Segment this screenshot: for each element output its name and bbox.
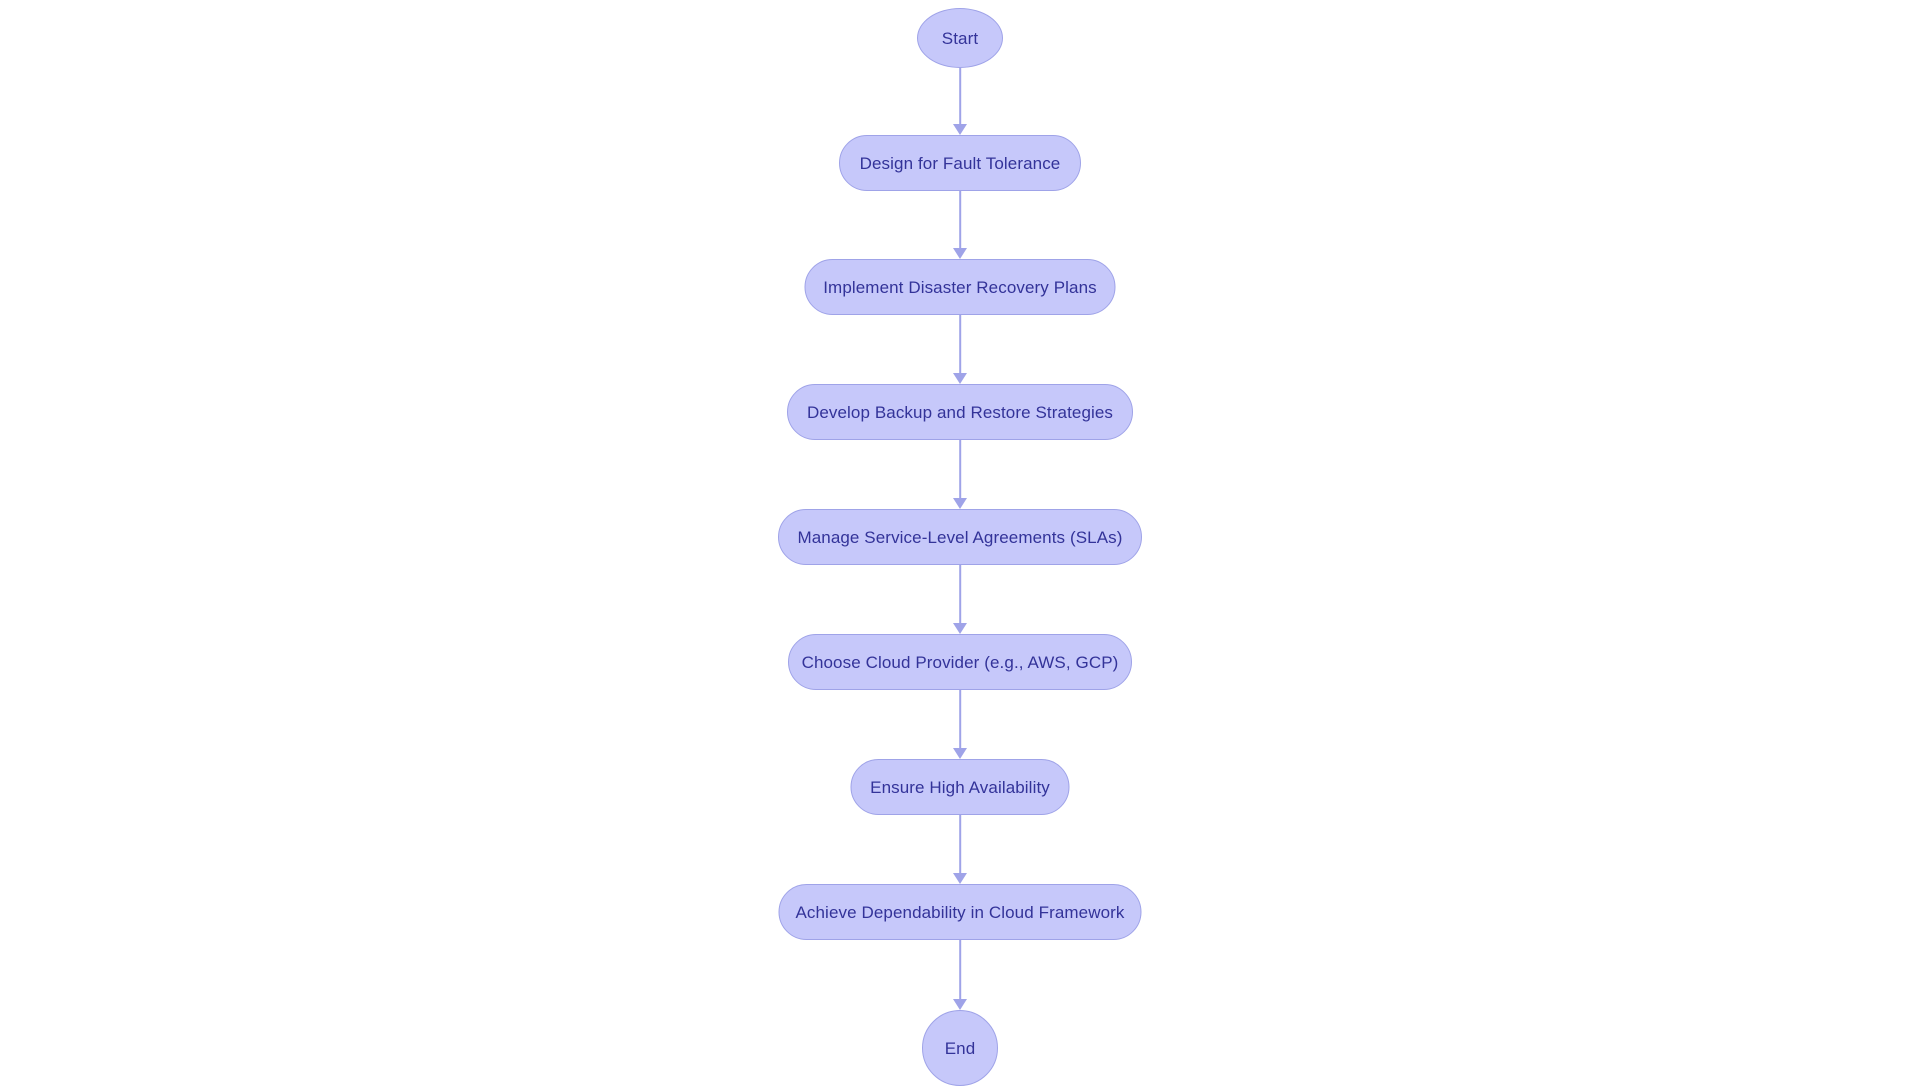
connector-high-availability-to-achieve-dependability — [952, 815, 968, 884]
flowchart-node-backup-restore[interactable]: Develop Backup and Restore Strategies — [787, 384, 1133, 440]
connector-line — [959, 690, 961, 749]
flowchart-node-design-fault-tolerance[interactable]: Design for Fault Tolerance — [839, 135, 1081, 191]
connector-line — [959, 440, 961, 499]
flowchart-node-start[interactable]: Start — [917, 8, 1003, 68]
connector-start-to-design-fault-tolerance — [952, 68, 968, 135]
arrowhead-down-icon — [953, 248, 967, 259]
node-label: Develop Backup and Restore Strategies — [806, 402, 1114, 422]
flowchart-node-achieve-dependability[interactable]: Achieve Dependability in Cloud Framework — [778, 884, 1142, 940]
connector-line — [959, 565, 961, 624]
flowchart-canvas: Start Design for Fault Tolerance Implement… — [0, 0, 1920, 1086]
node-label: Ensure High Availability — [870, 777, 1050, 797]
connector-choose-cloud-provider-to-high-availability — [952, 690, 968, 759]
flowchart-node-end[interactable]: End — [922, 1010, 998, 1086]
arrowhead-down-icon — [953, 623, 967, 634]
connector-achieve-dependability-to-end — [952, 940, 968, 1010]
connector-line — [959, 815, 961, 874]
flowchart-node-high-availability[interactable]: Ensure High Availability — [850, 759, 1070, 815]
arrowhead-down-icon — [953, 999, 967, 1010]
flowchart-node-disaster-recovery[interactable]: Implement Disaster Recovery Plans — [804, 259, 1116, 315]
flowchart-node-service-level-agreements[interactable]: Manage Service-Level Agreements (SLAs) — [778, 509, 1142, 565]
node-label: Achieve Dependability in Cloud Framework — [795, 902, 1125, 922]
connector-line — [959, 940, 961, 1000]
arrowhead-down-icon — [953, 748, 967, 759]
node-label: Start — [941, 28, 979, 48]
connector-disaster-recovery-to-backup-restore — [952, 315, 968, 384]
node-label: Design for Fault Tolerance — [859, 153, 1061, 173]
flowchart-node-choose-cloud-provider[interactable]: Choose Cloud Provider (e.g., AWS, GCP) — [788, 634, 1132, 690]
node-label: Choose Cloud Provider (e.g., AWS, GCP) — [801, 652, 1119, 672]
connector-design-fault-tolerance-to-disaster-recovery — [952, 191, 968, 259]
connector-service-level-agreements-to-choose-cloud-provider — [952, 565, 968, 634]
arrowhead-down-icon — [953, 498, 967, 509]
node-label: End — [944, 1038, 976, 1058]
connector-line — [959, 315, 961, 374]
arrowhead-down-icon — [953, 873, 967, 884]
arrowhead-down-icon — [953, 124, 967, 135]
connector-line — [959, 68, 961, 125]
connector-backup-restore-to-service-level-agreements — [952, 440, 968, 509]
node-label: Implement Disaster Recovery Plans — [823, 277, 1097, 297]
connector-line — [959, 191, 961, 249]
node-label: Manage Service-Level Agreements (SLAs) — [797, 527, 1123, 547]
arrowhead-down-icon — [953, 373, 967, 384]
